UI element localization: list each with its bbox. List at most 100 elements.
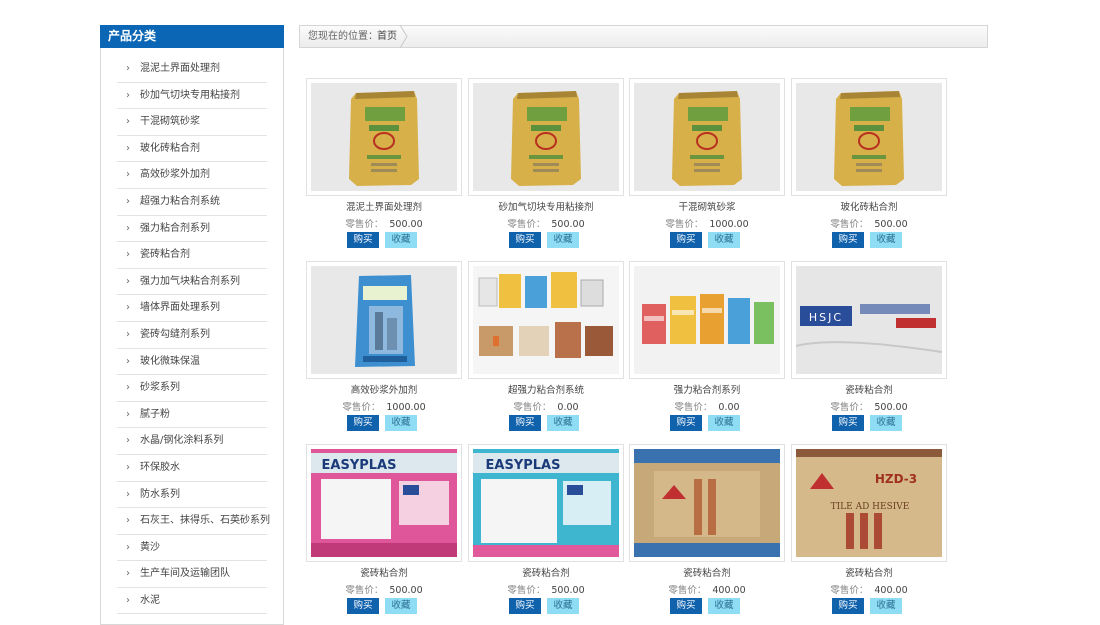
chevron-right-icon: › [126, 488, 130, 500]
chevron-right-icon: › [126, 328, 130, 340]
product-image[interactable] [306, 78, 462, 196]
price-value: 500.00 [389, 219, 423, 230]
price-value: 400.00 [712, 585, 746, 596]
sidebar-category-item[interactable]: › 环保胶水 [117, 455, 267, 482]
favorite-button[interactable]: 收藏 [385, 232, 417, 248]
chevron-right-icon: › [126, 568, 130, 580]
product-image[interactable]: HZD-3 TILE AD HESIVE [791, 444, 947, 562]
product-image[interactable] [629, 261, 785, 379]
buy-button[interactable]: 购买 [347, 415, 379, 431]
sidebar-category-item[interactable]: › 混泥土界面处理剂 [117, 56, 267, 83]
product-image[interactable] [629, 444, 785, 562]
sidebar-category-item[interactable]: › 砂加气切块专用粘接剂 [117, 83, 267, 110]
favorite-button[interactable]: 收藏 [870, 232, 902, 248]
svg-text:HSJC: HSJC [809, 311, 843, 324]
product-name[interactable]: 砂加气切块专用粘接剂 [468, 199, 624, 213]
favorite-button[interactable]: 收藏 [547, 232, 579, 248]
product-image[interactable] [468, 261, 624, 379]
sidebar-category-item[interactable]: › 玻化砖粘合剂 [117, 136, 267, 163]
price-value: 500.00 [874, 402, 908, 413]
product-image[interactable]: EASYPLAS [468, 444, 624, 562]
breadcrumb-home-link[interactable]: 首页 [377, 26, 397, 47]
product-price: 零售价： 0.00 [468, 399, 624, 413]
sidebar-category-item[interactable]: › 水泥 [117, 588, 267, 615]
favorite-button[interactable]: 收藏 [547, 598, 579, 614]
sidebar-category-item[interactable]: › 石灰王、抹得乐、石英砂系列 [117, 508, 270, 535]
sidebar-category-item[interactable]: › 干混砌筑砂浆 [117, 109, 267, 136]
sidebar-category-item[interactable]: › 黄沙 [117, 535, 267, 562]
sidebar-category-item[interactable]: › 生产车间及运输团队 [117, 561, 267, 588]
product-name[interactable]: 瓷砖粘合剂 [791, 565, 947, 579]
product-photo: EASYPLAS [311, 449, 457, 557]
chevron-right-icon: › [126, 594, 130, 606]
sidebar-category-item[interactable]: › 水晶/钢化涂料系列 [117, 428, 267, 455]
favorite-button[interactable]: 收藏 [385, 598, 417, 614]
product-card: HZD-3 TILE AD HESIVE 瓷砖粘合剂 零售价： 400.00 购买… [791, 444, 947, 624]
sidebar-category-item[interactable]: › 腻子粉 [117, 402, 267, 429]
product-name[interactable]: 高效砂浆外加剂 [306, 382, 462, 396]
buy-button[interactable]: 购买 [509, 415, 541, 431]
product-photo [311, 266, 457, 374]
price-label: 零售价： [830, 585, 869, 596]
product-card: 超强力粘合剂系统 零售价： 0.00 购买 收藏 [468, 261, 624, 441]
buy-button[interactable]: 购买 [347, 598, 379, 614]
buy-button[interactable]: 购买 [670, 415, 702, 431]
sidebar-category-label: 高效砂浆外加剂 [140, 169, 210, 181]
product-image[interactable]: EASYPLAS [306, 444, 462, 562]
favorite-button[interactable]: 收藏 [870, 598, 902, 614]
sidebar-category-label: 石灰王、抹得乐、石英砂系列 [140, 515, 270, 527]
sidebar-category-item[interactable]: › 墙体界面处理系列 [117, 295, 267, 322]
buy-button[interactable]: 购买 [832, 232, 864, 248]
product-name[interactable]: 瓷砖粘合剂 [306, 565, 462, 579]
favorite-button[interactable]: 收藏 [547, 415, 579, 431]
chevron-right-icon: › [126, 275, 130, 287]
buy-button[interactable]: 购买 [670, 598, 702, 614]
product-name[interactable]: 超强力粘合剂系统 [468, 382, 624, 396]
sidebar-category-item[interactable]: › 强力加气块粘合剂系列 [117, 269, 267, 296]
buy-button[interactable]: 购买 [832, 598, 864, 614]
product-image[interactable]: HSJC [791, 261, 947, 379]
favorite-button[interactable]: 收藏 [708, 415, 740, 431]
sidebar-category-item[interactable]: › 瓷砖勾缝剂系列 [117, 322, 267, 349]
product-name[interactable]: 瓷砖粘合剂 [629, 565, 785, 579]
chevron-right-icon: › [126, 142, 130, 154]
product-image[interactable] [306, 261, 462, 379]
product-name[interactable]: 瓷砖粘合剂 [791, 382, 947, 396]
buy-button[interactable]: 购买 [509, 598, 541, 614]
sidebar-category-item[interactable]: › 玻化微珠保温 [117, 349, 267, 376]
buy-button[interactable]: 购买 [347, 232, 379, 248]
sidebar-category-item[interactable]: › 超强力粘合剂系统 [117, 189, 267, 216]
product-name[interactable]: 强力粘合剂系列 [629, 382, 785, 396]
sidebar-category-item[interactable]: › 高效砂浆外加剂 [117, 162, 267, 189]
chevron-right-icon: › [126, 382, 130, 394]
favorite-button[interactable]: 收藏 [708, 232, 740, 248]
favorite-button[interactable]: 收藏 [385, 415, 417, 431]
product-image[interactable] [791, 78, 947, 196]
chevron-right-icon: › [126, 169, 130, 181]
product-price: 零售价： 500.00 [791, 399, 947, 413]
buy-button[interactable]: 购买 [670, 232, 702, 248]
sidebar-category-label: 玻化微珠保温 [140, 355, 200, 367]
sidebar-category-item[interactable]: › 瓷砖粘合剂 [117, 242, 267, 269]
buy-button[interactable]: 购买 [832, 415, 864, 431]
product-image[interactable] [468, 78, 624, 196]
price-value: 1000.00 [709, 219, 749, 230]
sidebar-category-label: 砂浆系列 [140, 382, 180, 394]
sidebar-category-item[interactable]: › 防水系列 [117, 482, 267, 509]
favorite-button[interactable]: 收藏 [708, 598, 740, 614]
favorite-button[interactable]: 收藏 [870, 415, 902, 431]
sidebar-category-label: 瓷砖勾缝剂系列 [140, 328, 210, 340]
product-name[interactable]: 瓷砖粘合剂 [468, 565, 624, 579]
product-photo [634, 266, 780, 374]
price-label: 零售价： [342, 402, 381, 413]
product-image[interactable] [629, 78, 785, 196]
buy-button[interactable]: 购买 [509, 232, 541, 248]
product-name[interactable]: 玻化砖粘合剂 [791, 199, 947, 213]
product-name[interactable]: 干混砌筑砂浆 [629, 199, 785, 213]
breadcrumb-prefix: 您现在的位置： [308, 31, 378, 42]
product-name[interactable]: 混泥土界面处理剂 [306, 199, 462, 213]
sidebar-category-item[interactable]: › 强力粘合剂系列 [117, 216, 267, 243]
product-photo [311, 83, 457, 191]
sidebar-category-item[interactable]: › 砂浆系列 [117, 375, 267, 402]
product-price: 零售价： 500.00 [468, 216, 624, 230]
